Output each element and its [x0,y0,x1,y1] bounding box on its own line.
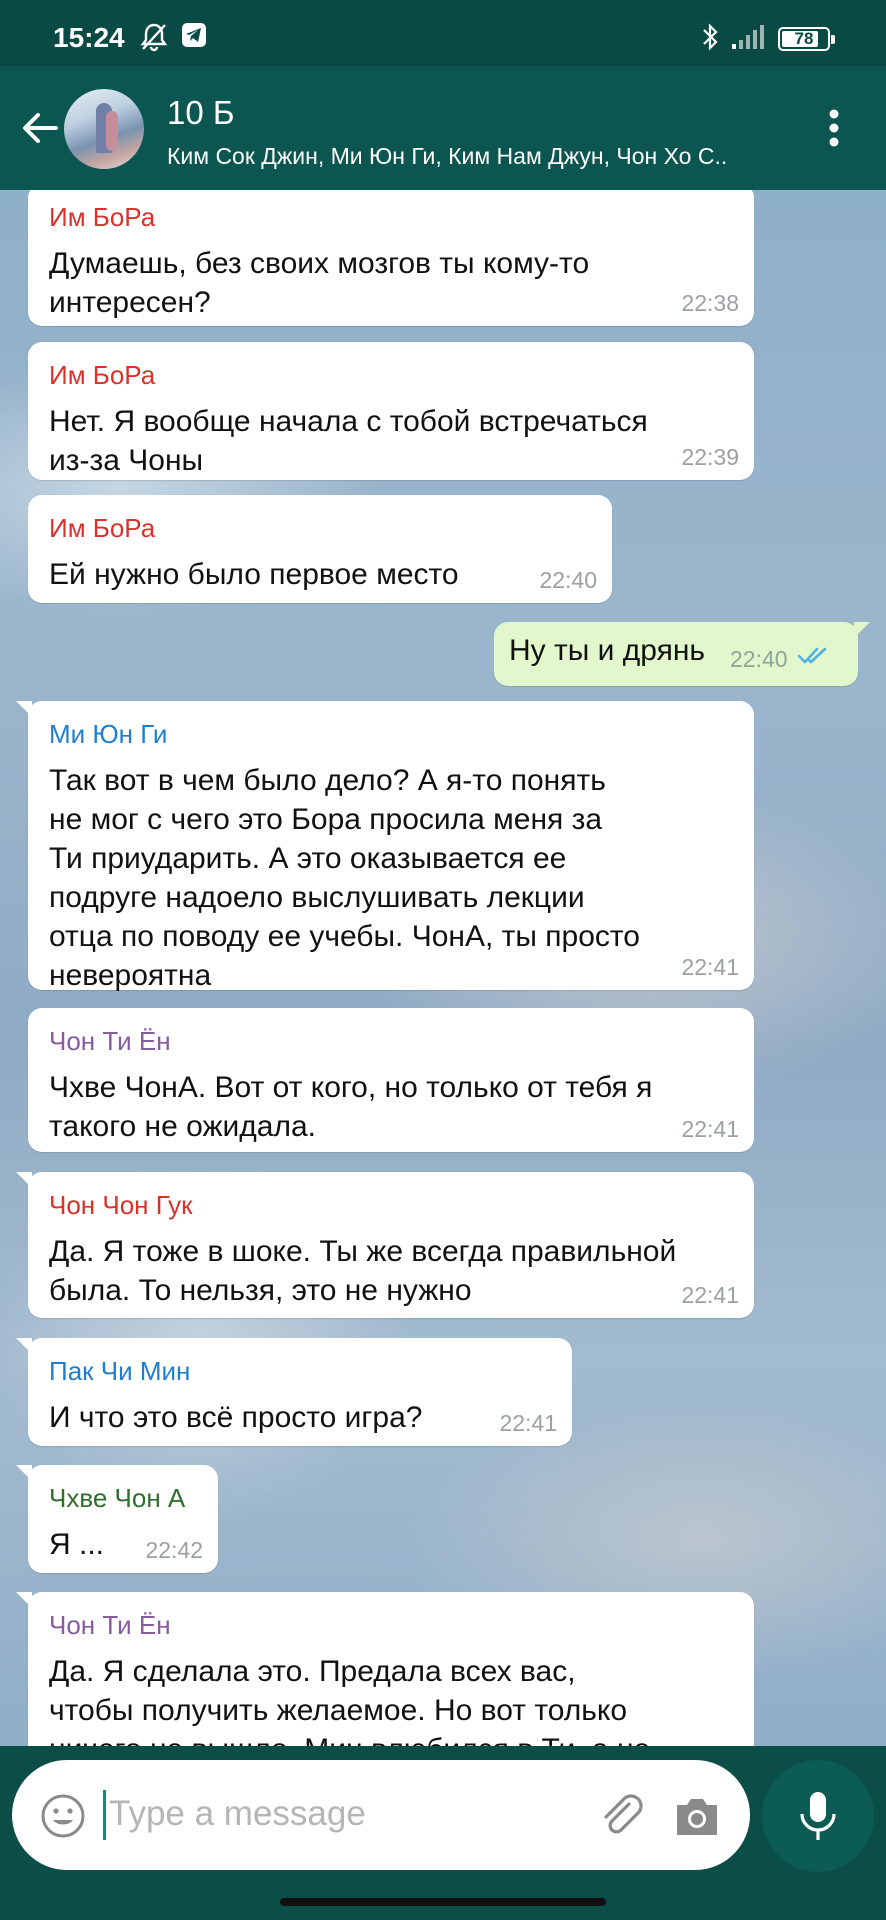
more-vert-icon[interactable] [820,106,848,150]
message-text: Нет. Я вообще начала с тобой встречаться… [49,405,648,477]
message-author: Им БоРа [49,202,156,232]
message-text: Да. Я тоже в шоке. Ты же всегда правильн… [49,1235,677,1307]
microphone-icon[interactable] [762,1760,874,1872]
chat-members[interactable]: Ким Сок Джин, Ми Юн Ги, Ким Нам Джун, Чо… [167,143,767,170]
group-avatar[interactable] [64,89,144,169]
message-text: Ну ты и дрянь [509,634,706,667]
message-input[interactable]: Type a message [109,1794,366,1834]
message-author: Им БоРа [49,513,156,543]
signal-icon [730,24,766,55]
battery-indicator: 78 [778,27,835,51]
message-bubble[interactable]: Им БоРа Думаешь, без своих мозгов ты ком… [28,190,754,326]
mute-bell-icon [140,22,168,57]
chat-title[interactable]: 10 Б [167,94,235,132]
message-time: 22:41 [681,954,739,980]
message-time: 22:41 [681,1282,739,1308]
message-author: Ми Юн Ги [49,719,168,749]
message-text: Так вот в чем было дело? А я-то понять н… [49,764,640,992]
arrow-left-icon[interactable] [18,106,62,150]
emoji-icon[interactable] [40,1793,86,1839]
message-bubble[interactable]: Им БоРа Ей нужно было первое место 22:40 [28,495,612,603]
home-indicator[interactable] [280,1898,606,1906]
message-text: Ей нужно было первое место [49,558,459,591]
message-author: Им БоРа [49,360,156,390]
status-time: 15:24 [53,22,125,53]
message-text: И что это всё просто игра? [49,1401,423,1434]
telegram-icon [181,22,207,53]
message-time: 22:38 [681,290,739,316]
message-text: Да. Я сделала это. Предала всех вас, что… [49,1655,650,1746]
message-bubble[interactable]: Им БоРа Нет. Я вообще начала с тобой вст… [28,342,754,480]
message-text: Чхве ЧонА. Вот от кого, но только от теб… [49,1071,653,1143]
message-time: 22:39 [681,444,739,470]
message-bubble[interactable]: Чхве Чон А Я ... 22:42 [16,1465,218,1573]
chat-header: 10 Б Ким Сок Джин, Ми Юн Ги, Ким Нам Джу… [0,66,886,190]
message-author: Чхве Чон А [49,1483,186,1513]
message-text: Думаешь, без своих мозгов ты кому-то инт… [49,247,590,319]
message-time: 22:42 [145,1537,203,1563]
message-author: Чон Чон Гук [49,1190,193,1220]
paperclip-icon[interactable] [596,1790,646,1840]
message-bubble[interactable]: Чон Чон Гук Да. Я тоже в шоке. Ты же все… [16,1172,754,1318]
message-input-bar[interactable]: Type a message [12,1760,750,1870]
message-bubble[interactable]: Чон Ти Ён Да. Я сделала это. Предала все… [16,1592,754,1746]
message-list[interactable]: Им БоРа Думаешь, без своих мозгов ты ком… [0,190,886,1746]
text-caret [103,1790,106,1840]
message-author: Чон Ти Ён [49,1026,171,1056]
message-author: Пак Чи Мин [49,1356,191,1386]
double-check-icon [797,646,829,671]
message-time: 22:40 [730,646,788,672]
status-bar: 15:24 78 [0,0,886,66]
message-bubble[interactable]: Чон Ти Ён Чхве ЧонА. Вот от кого, но тол… [28,1008,754,1152]
battery-level: 78 [794,29,814,48]
message-bubble[interactable]: Ми Юн Ги Так вот в чем было дело? А я-то… [16,701,754,992]
camera-icon[interactable] [673,1793,721,1839]
message-time: 22:41 [499,1410,557,1436]
bluetooth-icon [700,22,720,57]
outgoing-message-bubble[interactable]: Ну ты и дрянь 22:40 [494,622,870,686]
message-bubble[interactable]: Пак Чи Мин И что это всё просто игра? 22… [16,1338,572,1446]
message-time: 22:40 [539,567,597,593]
message-author: Чон Ти Ён [49,1610,171,1640]
message-time: 22:41 [681,1116,739,1142]
